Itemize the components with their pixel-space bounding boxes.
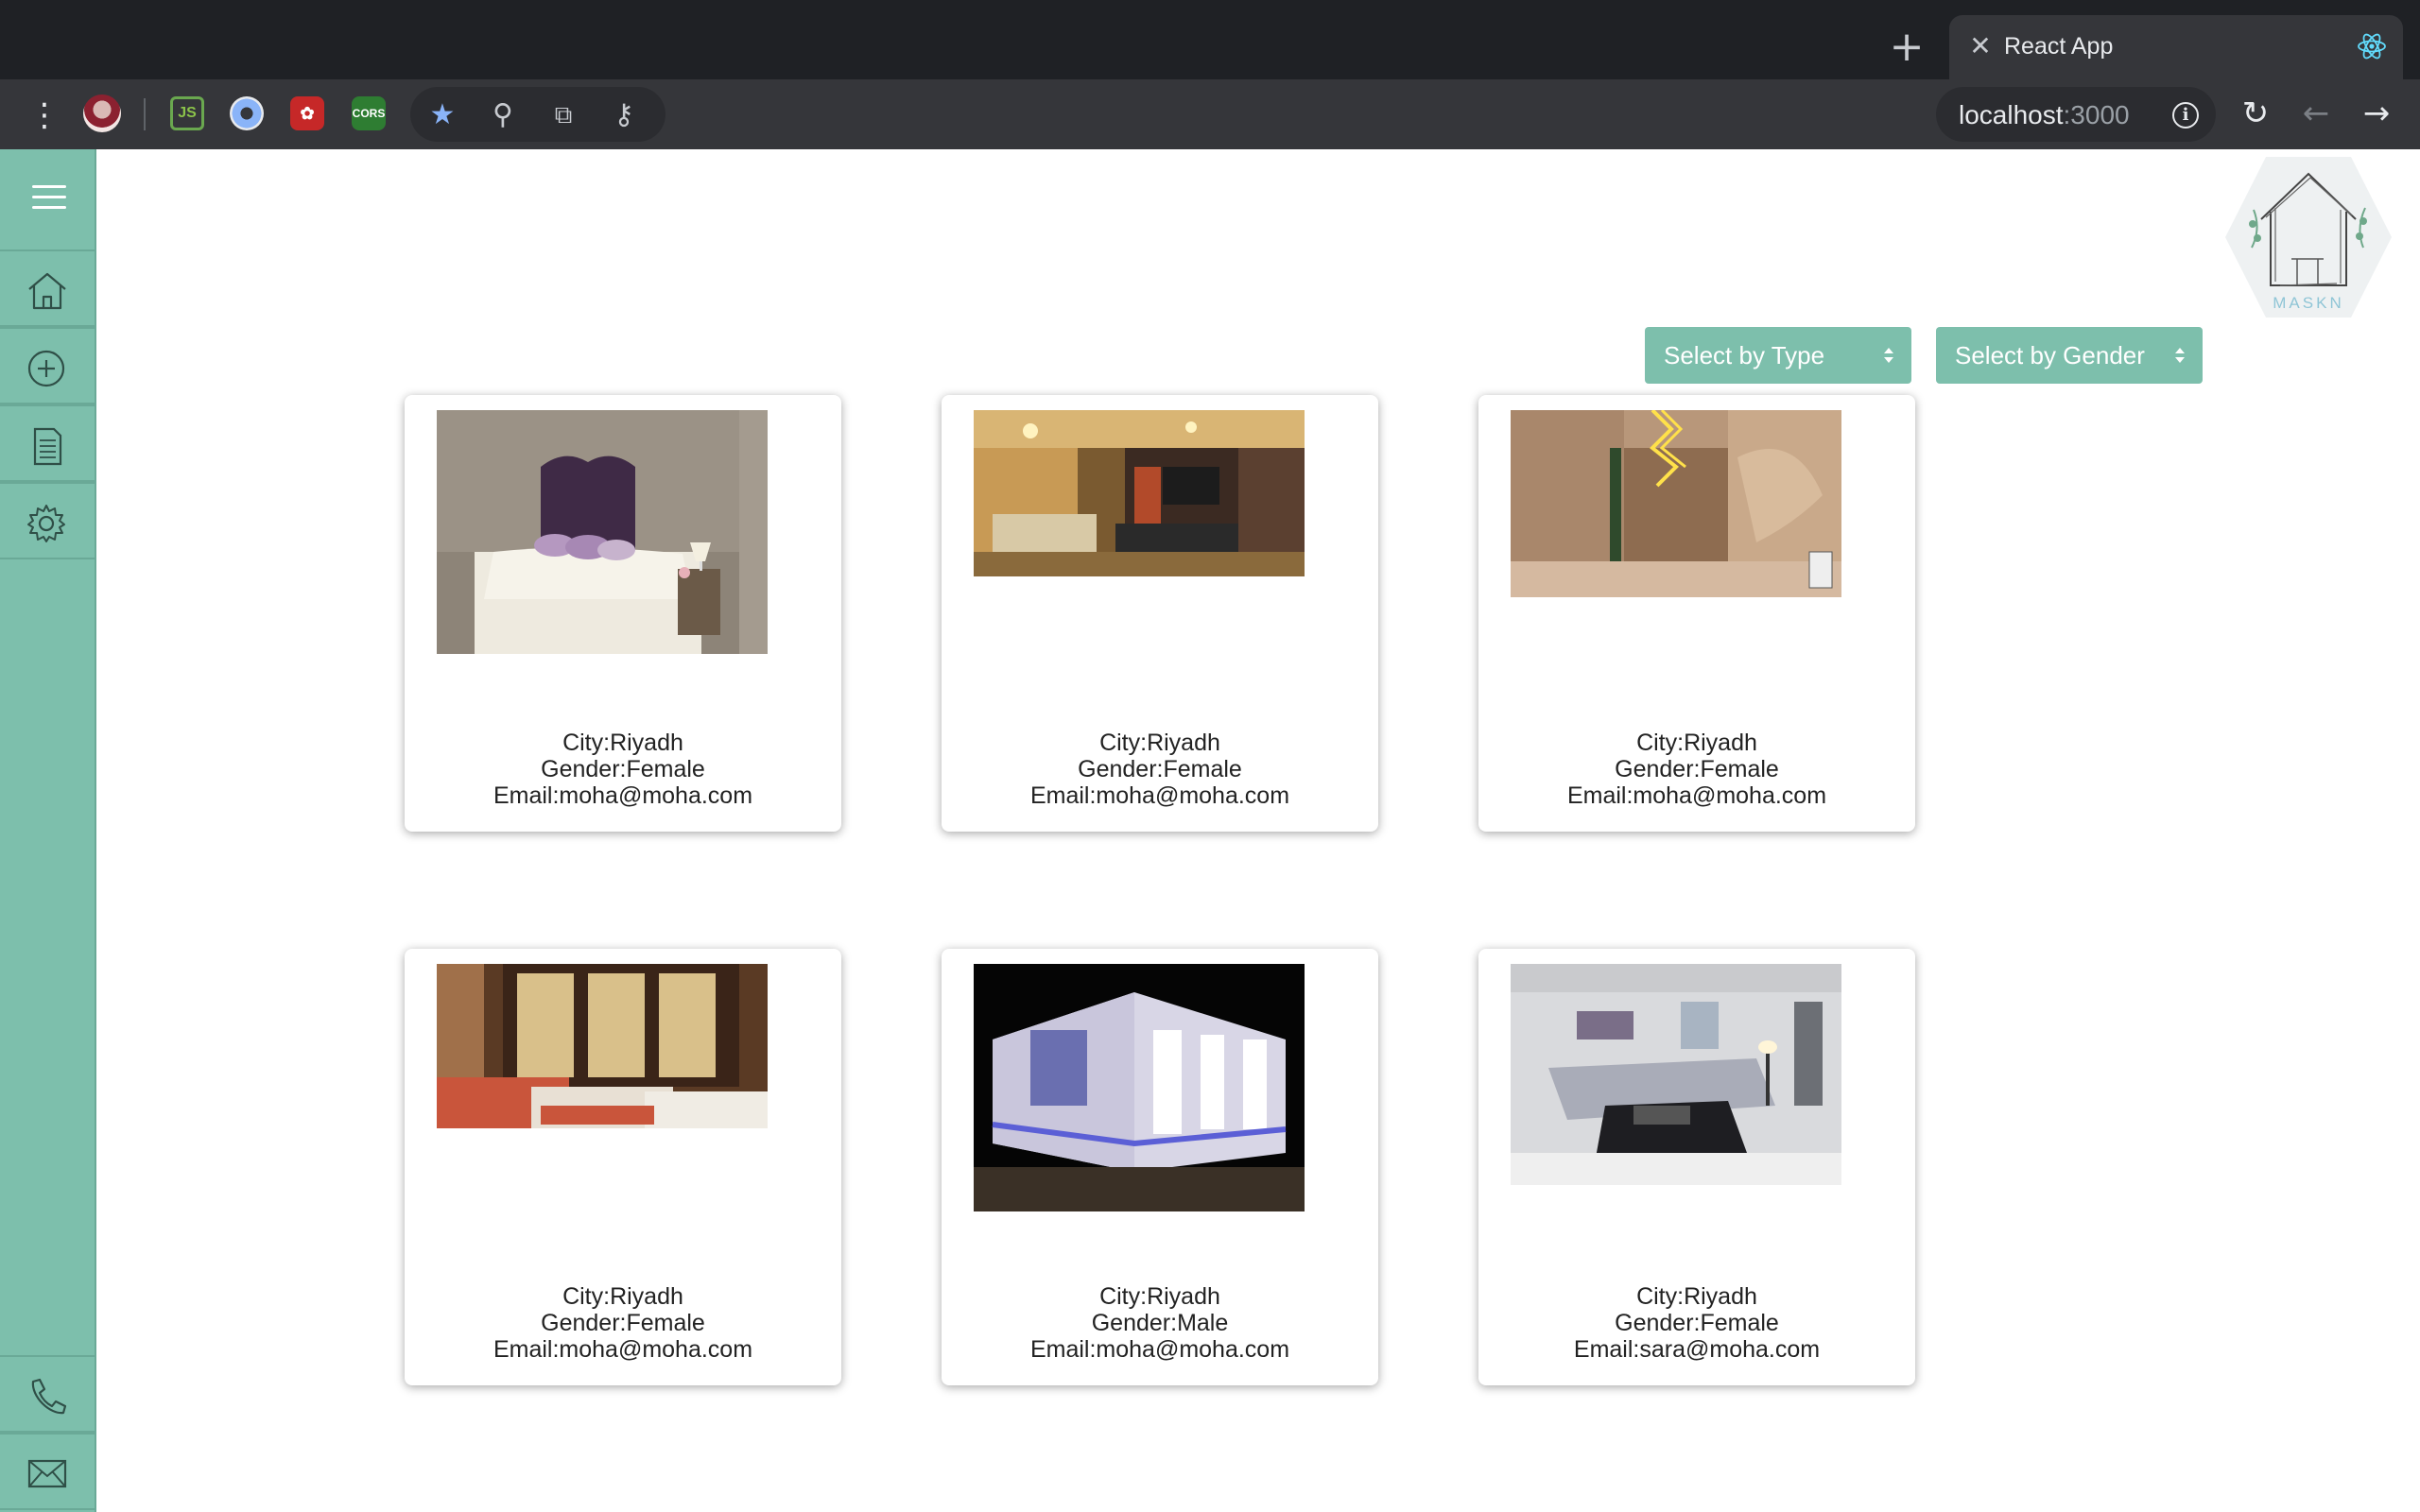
listing-email: Email:moha@moha.com: [493, 782, 753, 809]
listing-card[interactable]: City:Riyadh Gender:Female Email:moha@moh…: [942, 395, 1378, 832]
listing-gender: Gender:Female: [541, 756, 705, 782]
tab-close-icon[interactable]: ✕: [1966, 32, 1995, 60]
select-by-type[interactable]: Select by Type: [1645, 327, 1911, 384]
listing-email: Email:sara@moha.com: [1573, 1336, 1821, 1363]
kebab-menu-icon[interactable]: ⋮: [28, 96, 60, 134]
listing-info: City:Riyadh Gender:Female Email:moha@moh…: [405, 1283, 841, 1363]
listing-card[interactable]: City:Riyadh Gender:Male Email:moha@moha.…: [942, 949, 1378, 1385]
listing-info: City:Riyadh Gender:Female Email:moha@moh…: [1478, 730, 1915, 809]
reload-icon[interactable]: ↻: [2235, 93, 2276, 134]
listing-city: City:Riyadh: [1099, 730, 1220, 756]
listing-info: City:Riyadh Gender:Female Email:moha@moh…: [405, 730, 841, 809]
toolbar-divider: [144, 98, 146, 130]
listing-card[interactable]: City:Riyadh Gender:Female Email:moha@moh…: [405, 395, 841, 832]
mail-icon: [27, 1459, 67, 1488]
listing-email: Email:moha@moha.com: [1029, 782, 1290, 809]
listing-photo-twin-bedroom: [437, 964, 768, 1128]
browser-tab-bar: + ✕ React App: [0, 0, 2420, 79]
maskn-logo: MASKN: [2225, 157, 2392, 318]
phone-icon: [31, 1378, 67, 1415]
listing-card[interactable]: City:Riyadh Gender:Female Email:sara@moh…: [1478, 949, 1915, 1385]
add-circle-icon: [27, 350, 65, 387]
listing-info: City:Riyadh Gender:Female Email:moha@moh…: [942, 730, 1378, 809]
listing-city: City:Riyadh: [1636, 730, 1757, 756]
key-icon[interactable]: ⚷: [605, 96, 643, 134]
document-icon: [33, 427, 62, 466]
logo-text: MASKN: [2273, 294, 2343, 312]
listing-card[interactable]: City:Riyadh Gender:Female Email:moha@moh…: [1478, 395, 1915, 832]
select-by-gender-label: Select by Gender: [1955, 341, 2145, 369]
sidebar: [0, 149, 96, 1512]
red-extension-icon[interactable]: ✿: [290, 96, 324, 130]
sidebar-item-phone[interactable]: [0, 1355, 95, 1433]
url-host: localhost: [1959, 100, 2064, 129]
app-page: MASKN Select by Type Select by Gender Ci…: [0, 149, 2420, 1512]
tab-title: React App: [2004, 33, 2114, 60]
select-by-type-label: Select by Type: [1664, 341, 1825, 369]
listing-info: City:Riyadh Gender:Female Email:sara@moh…: [1478, 1283, 1915, 1363]
sidebar-item-add[interactable]: [0, 327, 95, 404]
listing-photo-hallway: [1511, 410, 1841, 597]
profile-avatar[interactable]: [83, 94, 121, 132]
nodejs-extension-label: JS: [178, 105, 197, 121]
back-arrow-icon[interactable]: ←: [2295, 93, 2337, 134]
listing-gender: Gender:Female: [1615, 756, 1779, 782]
nodejs-extension-icon[interactable]: JS: [170, 96, 204, 130]
listing-city: City:Riyadh: [1099, 1283, 1220, 1310]
listing-gender: Gender:Female: [1615, 1310, 1779, 1336]
cors-extension-label: CORS: [352, 107, 386, 120]
select-arrows-icon: [2175, 348, 2185, 363]
listing-photo-grey-living-room: [1511, 964, 1841, 1185]
react-logo-icon: [2358, 33, 2386, 60]
sidebar-item-home[interactable]: [0, 249, 95, 327]
listing-city: City:Riyadh: [562, 730, 683, 756]
listing-email: Email:moha@moha.com: [1029, 1336, 1290, 1363]
pinned-extensions-group: ★ ⚲ ⧉ ⚷: [410, 87, 666, 142]
info-icon[interactable]: i: [2172, 102, 2199, 129]
new-tab-plus-icon[interactable]: +: [1886, 26, 1927, 68]
address-bar[interactable]: localhost:3000 i: [1936, 87, 2216, 142]
url-port: :3000: [2063, 100, 2130, 129]
sidebar-item-settings[interactable]: [0, 482, 95, 559]
home-icon: [28, 272, 66, 310]
settings-gear-icon: [27, 505, 65, 542]
listing-photo-living-room: [974, 410, 1305, 576]
listing-gender: Gender:Female: [1078, 756, 1242, 782]
forward-arrow-icon[interactable]: →: [2356, 93, 2397, 134]
listing-city: City:Riyadh: [1636, 1283, 1757, 1310]
sidebar-item-documents[interactable]: [0, 404, 95, 482]
listing-city: City:Riyadh: [562, 1283, 683, 1310]
select-by-gender[interactable]: Select by Gender: [1936, 327, 2203, 384]
blue-circle-extension-icon[interactable]: [230, 96, 264, 130]
zoom-icon[interactable]: ⚲: [484, 96, 522, 134]
browser-toolbar: ⋮ JS ✿ CORS ★ ⚲ ⧉ ⚷ localhost:3000 i ↻ ←…: [0, 79, 2420, 149]
listing-photo-building-night: [974, 964, 1305, 1211]
listing-email: Email:moha@moha.com: [1566, 782, 1827, 809]
bookmark-star-icon[interactable]: ★: [424, 96, 461, 134]
listing-card[interactable]: City:Riyadh Gender:Female Email:moha@moh…: [405, 949, 841, 1385]
select-arrows-icon: [1884, 348, 1893, 363]
translate-icon[interactable]: ⧉: [544, 96, 582, 134]
cors-extension-icon[interactable]: CORS: [352, 96, 386, 130]
listing-gender: Gender:Male: [1091, 1310, 1229, 1336]
listing-email: Email:moha@moha.com: [493, 1336, 753, 1363]
listing-gender: Gender:Female: [541, 1310, 705, 1336]
listing-photo-bedroom: [437, 410, 768, 654]
listing-info: City:Riyadh Gender:Male Email:moha@moha.…: [942, 1283, 1378, 1363]
hamburger-menu-icon[interactable]: [32, 185, 66, 210]
tab-react-app[interactable]: ✕ React App: [1949, 15, 2403, 79]
url-text: localhost:3000: [1959, 100, 2130, 130]
sidebar-item-mail[interactable]: [0, 1433, 95, 1510]
